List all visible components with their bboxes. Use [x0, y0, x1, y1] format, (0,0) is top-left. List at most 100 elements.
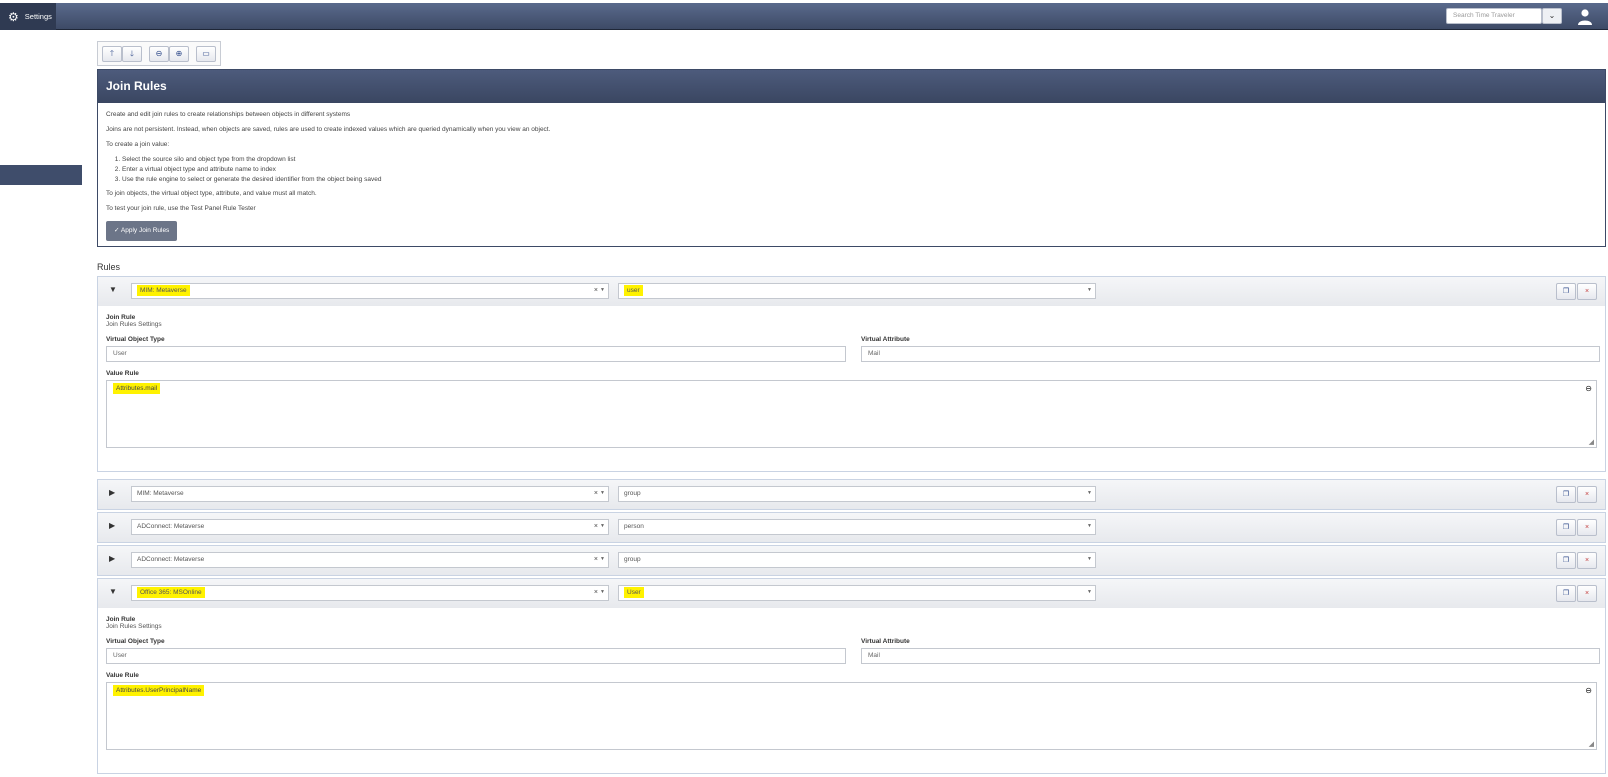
- chevron-down-icon: ▼: [600, 589, 605, 595]
- chevron-down-icon: ▼: [600, 287, 605, 293]
- close-icon: ×: [1584, 491, 1590, 498]
- step-item: Use the rule engine to select or generat…: [122, 175, 1597, 185]
- delete-rule-button[interactable]: ×: [1577, 585, 1597, 602]
- source-value: Office 365: MSOnline: [137, 587, 205, 598]
- clear-icon[interactable]: ×: [594, 523, 598, 530]
- source-select[interactable]: MIM: Metaverse × ▼: [131, 486, 609, 502]
- close-icon: ×: [1584, 557, 1590, 564]
- clear-icon[interactable]: ×: [594, 589, 598, 596]
- virtual-attribute-label: Virtual Attribute: [861, 638, 910, 645]
- collapse-icon[interactable]: ⊖: [1585, 686, 1592, 695]
- collapse-all-icon: ⊖: [155, 49, 163, 58]
- settings-label: Settings: [24, 12, 52, 21]
- copy-icon: ❐: [1562, 590, 1570, 597]
- virtual-attribute-input[interactable]: Mail: [861, 346, 1600, 362]
- rules-toolbar: 🡑 🡓 ⊖ ⊕ ▭: [97, 41, 221, 66]
- step-item: Enter a virtual object type and attribut…: [122, 165, 1597, 175]
- clear-icon[interactable]: ×: [594, 287, 598, 294]
- user-icon: [1578, 9, 1592, 25]
- resize-handle-icon[interactable]: ◢: [1589, 740, 1594, 748]
- move-down-button[interactable]: 🡓: [122, 46, 142, 62]
- value-rule-text: Attributes.mail: [113, 383, 161, 394]
- copy-rule-button[interactable]: ❐: [1556, 486, 1576, 503]
- value-rule-editor[interactable]: Attributes.mail ⊖ ◢: [106, 380, 1597, 448]
- object-type-value: User: [624, 587, 644, 598]
- value-rule-editor[interactable]: Attributes.UserPrincipalName ⊖ ◢: [106, 682, 1597, 750]
- object-type-value: group: [624, 556, 641, 563]
- virtual-object-type-label: Virtual Object Type: [106, 336, 165, 343]
- chevron-down-icon: ⌄: [1548, 11, 1556, 20]
- chevron-down-icon: ▼: [1087, 589, 1092, 595]
- virtual-object-type-input[interactable]: User: [106, 648, 846, 664]
- rule-card: ▶ ADConnect: Metaverse × ▼ person ▼ ❐ ×: [97, 512, 1606, 543]
- chevron-down-icon: ▼: [600, 556, 605, 562]
- user-menu-button[interactable]: [1575, 7, 1595, 27]
- description-line: To test your join rule, use the Test Pan…: [106, 205, 256, 212]
- sidebar-active-item[interactable]: [0, 165, 82, 185]
- apply-join-rules-button[interactable]: ✓ Apply Join Rules: [106, 221, 178, 241]
- object-type-select[interactable]: user ▼: [618, 283, 1096, 299]
- virtual-attribute-input[interactable]: Mail: [861, 648, 1600, 664]
- source-value: MIM: Metaverse: [137, 285, 190, 296]
- delete-rule-button[interactable]: ×: [1577, 519, 1597, 536]
- chevron-down-icon: ▼: [1087, 490, 1092, 496]
- object-type-value: group: [624, 490, 641, 497]
- rule-toggle-button[interactable]: ▶: [109, 488, 115, 497]
- rule-toggle-button[interactable]: ▼: [109, 587, 117, 596]
- virtual-object-type-input[interactable]: User: [106, 346, 846, 362]
- save-icon: ▭: [202, 49, 210, 58]
- close-icon: ×: [1584, 288, 1590, 295]
- rule-header: ▼ Office 365: MSOnline × ▼ User ▼ ❐ ×: [98, 579, 1605, 608]
- source-select[interactable]: Office 365: MSOnline × ▼: [131, 585, 609, 601]
- delete-rule-button[interactable]: ×: [1577, 552, 1597, 569]
- rule-toggle-button[interactable]: ▶: [109, 554, 115, 563]
- object-type-select[interactable]: group ▼: [618, 552, 1096, 568]
- step-item: Select the source silo and object type f…: [122, 155, 1597, 165]
- close-icon: ×: [1584, 590, 1590, 597]
- rule-card: ▶ MIM: Metaverse × ▼ group ▼ ❐ ×: [97, 479, 1606, 510]
- rule-toggle-button[interactable]: ▶: [109, 521, 115, 530]
- rule-card: ▶ ADConnect: Metaverse × ▼ group ▼ ❐ ×: [97, 545, 1606, 576]
- value-rule-text: Attributes.UserPrincipalName: [113, 685, 205, 696]
- resize-handle-icon[interactable]: ◢: [1589, 438, 1594, 446]
- save-button[interactable]: ▭: [196, 46, 216, 62]
- join-rules-panel: Join Rules Create and edit join rules to…: [97, 69, 1606, 247]
- rule-header: ▶ ADConnect: Metaverse × ▼ person ▼ ❐ ×: [98, 513, 1605, 542]
- search-dropdown-button[interactable]: ⌄: [1542, 8, 1562, 24]
- settings-tab[interactable]: ⚙ Settings: [0, 3, 56, 30]
- panel-description: Create and edit join rules to create rel…: [98, 103, 1605, 248]
- rule-body: Join Rule Join Rules Settings Virtual Ob…: [98, 608, 1605, 758]
- source-select[interactable]: MIM: Metaverse × ▼: [131, 283, 609, 299]
- object-type-value: person: [624, 523, 644, 530]
- rule-header: ▶ ADConnect: Metaverse × ▼ group ▼ ❐ ×: [98, 546, 1605, 575]
- rule-toggle-button[interactable]: ▼: [109, 285, 117, 294]
- chevron-down-icon: ▼: [1087, 287, 1092, 293]
- chevron-down-icon: ▼: [1087, 523, 1092, 529]
- description-line: Joins are not persistent. Instead, when …: [106, 126, 551, 133]
- collapse-icon[interactable]: ⊖: [1585, 384, 1592, 393]
- copy-rule-button[interactable]: ❐: [1556, 552, 1576, 569]
- source-select[interactable]: ADConnect: Metaverse × ▼: [131, 519, 609, 535]
- delete-rule-button[interactable]: ×: [1577, 486, 1597, 503]
- search-input[interactable]: Search Time Traveler: [1446, 8, 1542, 24]
- object-type-select[interactable]: group ▼: [618, 486, 1096, 502]
- rule-card: ▼ MIM: Metaverse × ▼ user ▼ ❐ × Join Rule…: [97, 276, 1606, 472]
- object-type-select[interactable]: person ▼: [618, 519, 1096, 535]
- section-title: Join Rule: [106, 314, 136, 321]
- copy-rule-button[interactable]: ❐: [1556, 519, 1576, 536]
- source-select[interactable]: ADConnect: Metaverse × ▼: [131, 552, 609, 568]
- object-type-value: user: [624, 285, 643, 296]
- copy-rule-button[interactable]: ❐: [1556, 585, 1576, 602]
- source-value: MIM: Metaverse: [137, 490, 184, 497]
- move-up-button[interactable]: 🡑: [102, 46, 122, 62]
- collapse-all-button[interactable]: ⊖: [149, 46, 169, 62]
- expand-all-button[interactable]: ⊕: [169, 46, 189, 62]
- clear-icon[interactable]: ×: [594, 556, 598, 563]
- rules-heading: Rules: [97, 262, 121, 272]
- value-rule-label: Value Rule: [106, 672, 139, 679]
- rule-card: ▼ Office 365: MSOnline × ▼ User ▼ ❐ × Joi…: [97, 578, 1606, 774]
- copy-rule-button[interactable]: ❐: [1556, 283, 1576, 300]
- object-type-select[interactable]: User ▼: [618, 585, 1096, 601]
- delete-rule-button[interactable]: ×: [1577, 283, 1597, 300]
- clear-icon[interactable]: ×: [594, 490, 598, 497]
